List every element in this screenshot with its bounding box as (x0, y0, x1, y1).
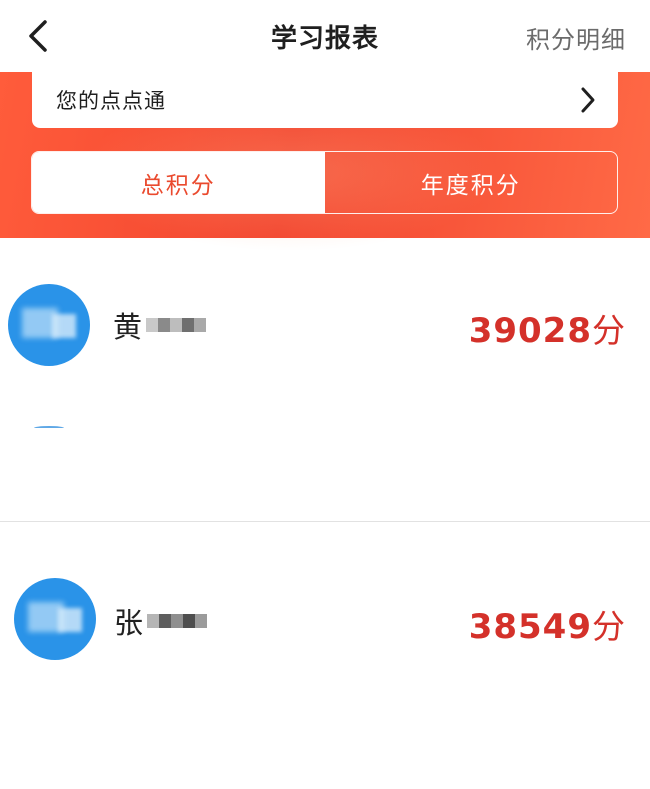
score-value: 39028 (468, 311, 592, 351)
tab-total-points[interactable]: 总积分 (32, 152, 325, 213)
member-name: 张 (114, 600, 208, 642)
member-score: 38549分 (469, 600, 626, 648)
member-name: 黄 (113, 304, 207, 346)
avatar (14, 578, 96, 660)
name-mosaic (146, 318, 207, 332)
score-unit: 分 (592, 607, 626, 646)
nav-bar: 学习报表 积分明细 (0, 0, 650, 72)
avatar (8, 284, 90, 366)
member-surname: 黄 (113, 310, 143, 344)
member-score: 39028分 (469, 304, 626, 352)
score-type-tabs: 总积分 年度积分 (31, 151, 618, 214)
dian-dian-tong-card[interactable]: 您的点点通 (32, 72, 618, 128)
name-mosaic (147, 614, 208, 628)
points-detail-link[interactable]: 积分明细 (526, 20, 626, 55)
ranking-row[interactable]: 张 38549分 (0, 560, 650, 680)
chevron-right-icon (581, 87, 595, 113)
score-value: 38549 (468, 607, 592, 647)
member-surname: 张 (114, 606, 144, 640)
ranking-row[interactable]: 黄 39028分 (0, 266, 650, 386)
avatar (34, 426, 64, 430)
dian-dian-tong-label: 您的点点通 (56, 89, 166, 113)
score-unit: 分 (592, 311, 626, 350)
divider (0, 521, 650, 522)
tab-annual-points[interactable]: 年度积分 (325, 152, 618, 213)
